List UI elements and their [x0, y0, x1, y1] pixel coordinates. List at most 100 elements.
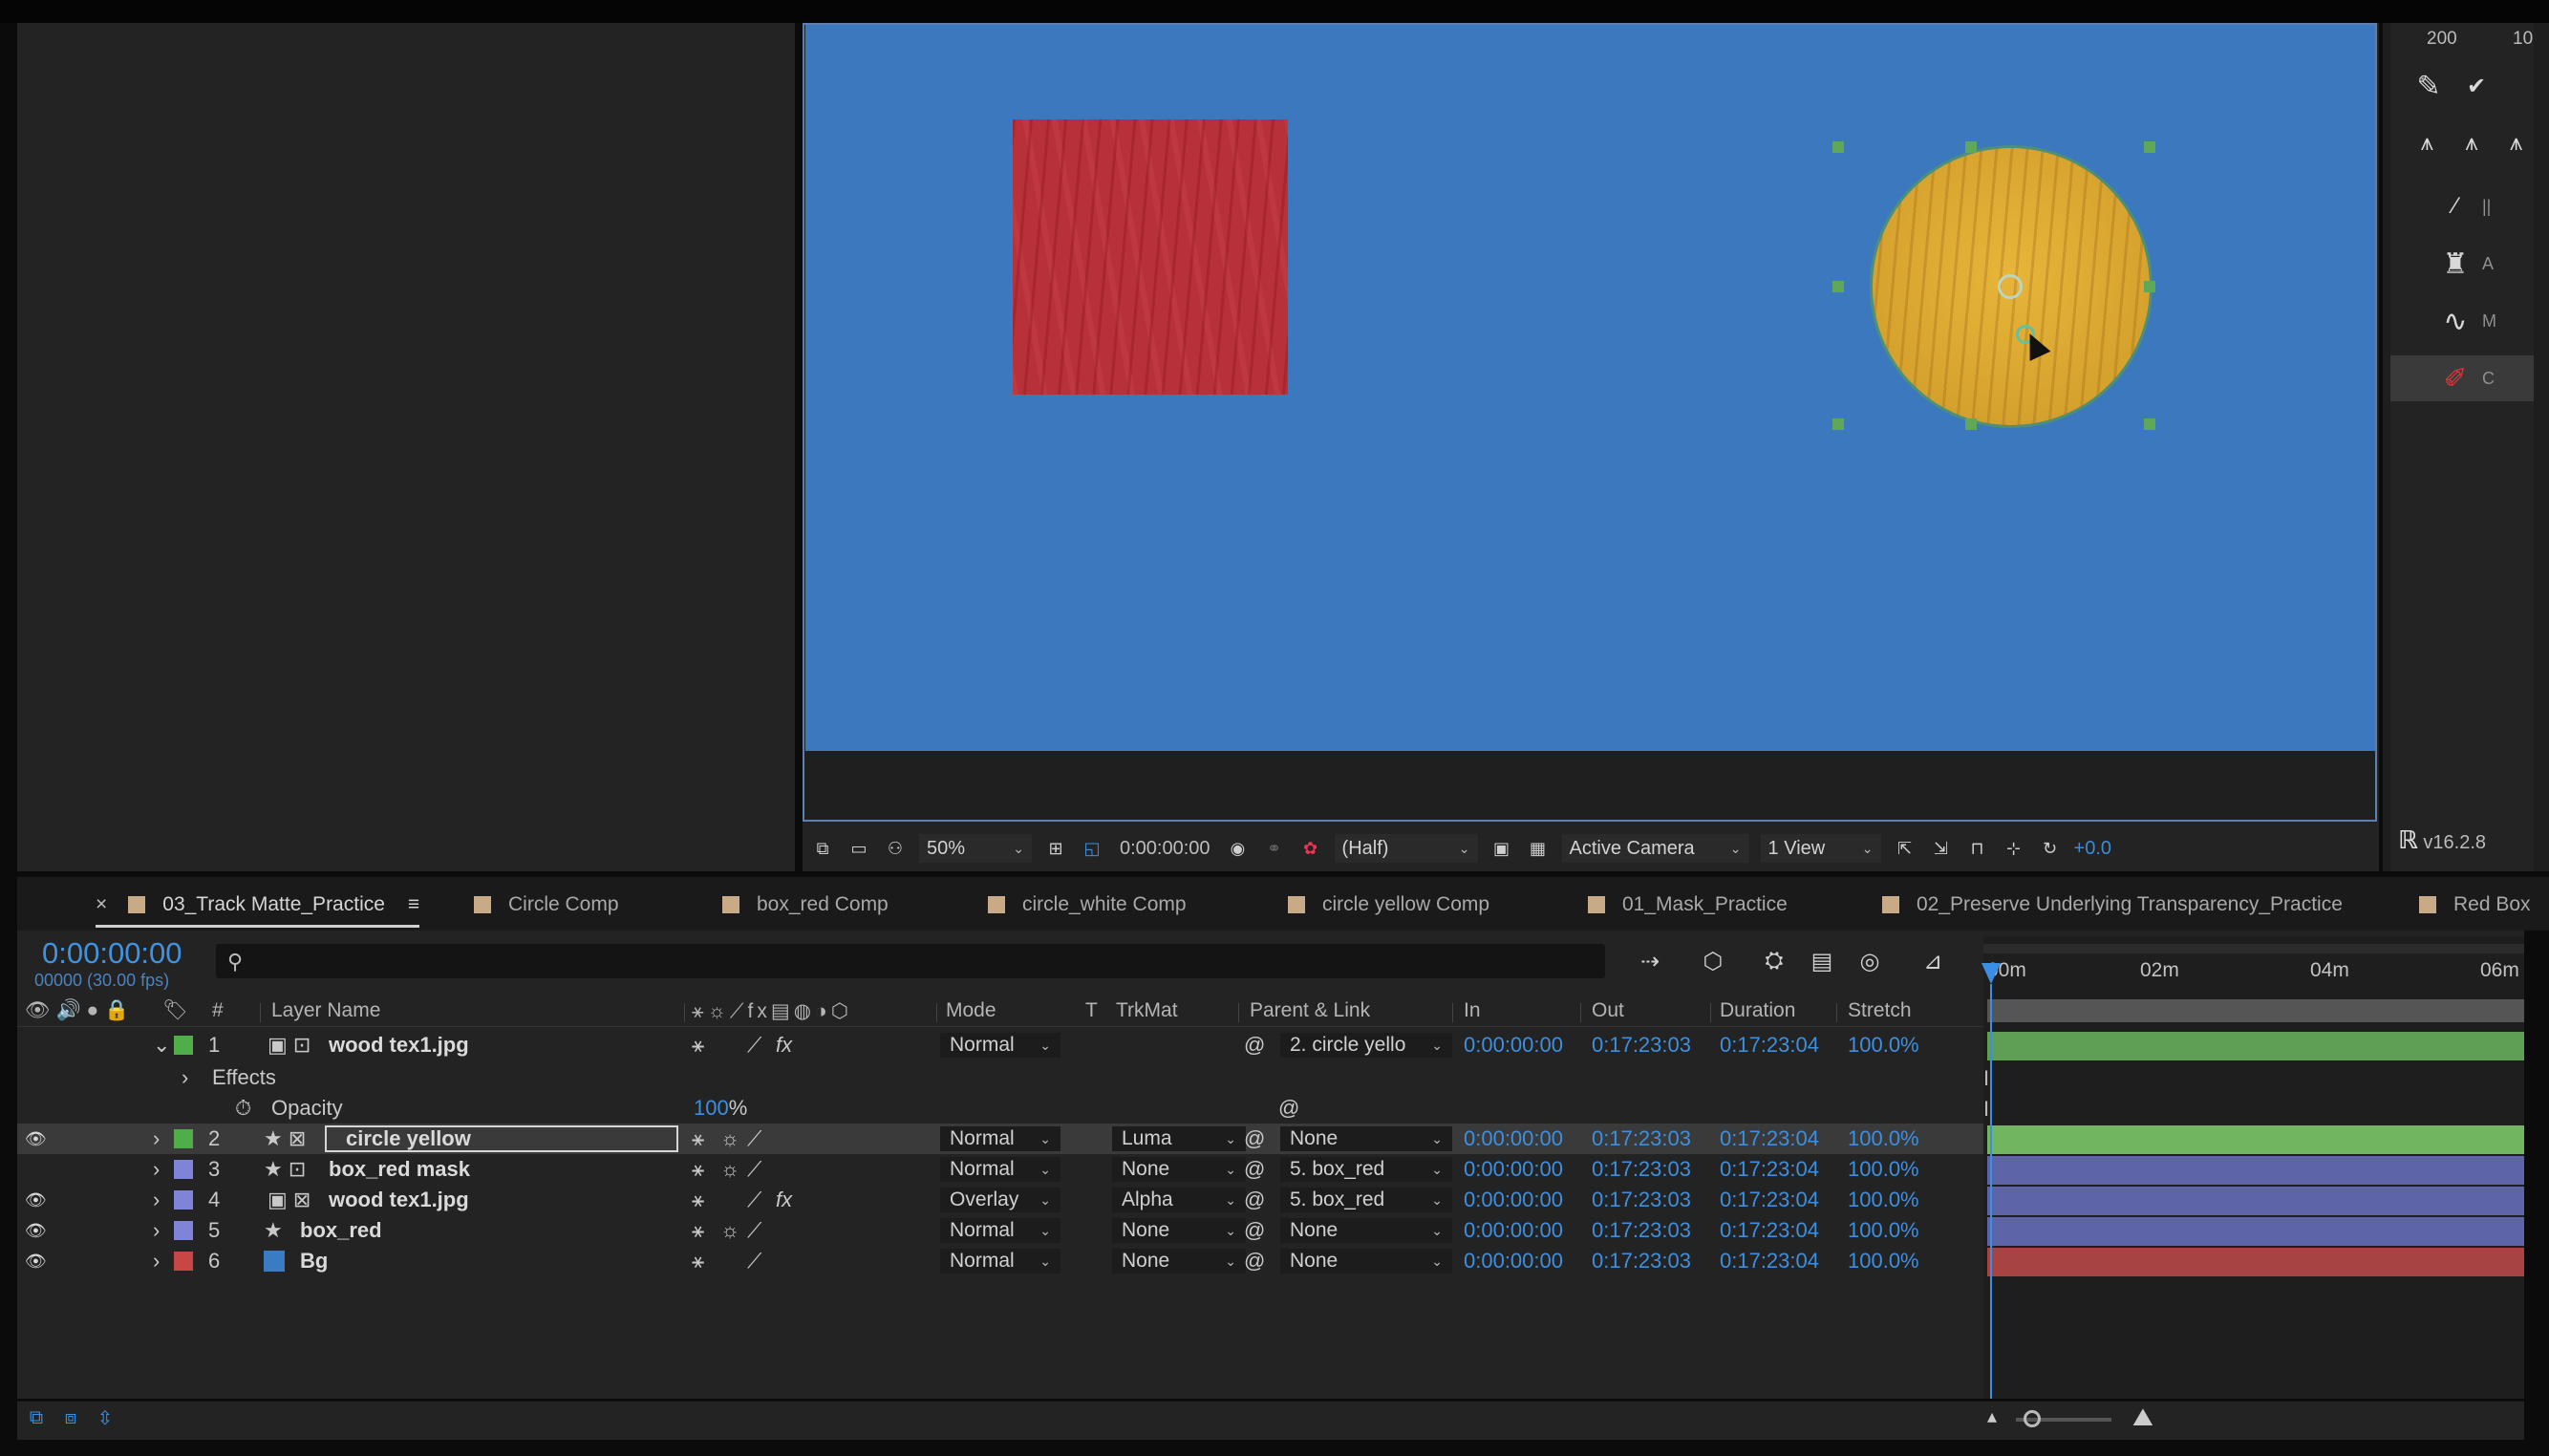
- quality-switch-icon[interactable]: ⟋: [747, 1030, 761, 1060]
- anchor-point-icon[interactable]: [1998, 274, 2023, 299]
- safe-margins-icon[interactable]: ⊞: [1043, 838, 1068, 859]
- out-point[interactable]: 0:17:23:03: [1592, 1246, 1691, 1276]
- time-navigator[interactable]: [1983, 944, 2524, 953]
- stretch[interactable]: 100.0%: [1848, 1124, 1919, 1154]
- shy-switch-icon[interactable]: ⚹: [692, 1215, 704, 1246]
- layer-name[interactable]: box_red: [300, 1215, 382, 1246]
- transform-handle[interactable]: [1832, 418, 1844, 430]
- layer-search-input[interactable]: [216, 944, 1605, 978]
- in-point[interactable]: 0:00:00:00: [1464, 1246, 1563, 1276]
- layer-name-input[interactable]: circle yellow: [325, 1125, 678, 1152]
- shy-switch-icon[interactable]: ⚹: [692, 1246, 704, 1276]
- shy-switch-icon[interactable]: ⚹: [692, 1154, 704, 1185]
- label-color[interactable]: [174, 1221, 193, 1240]
- label-color[interactable]: [174, 1129, 193, 1148]
- duration[interactable]: 0:17:23:04: [1720, 1185, 1819, 1215]
- current-time-display[interactable]: 0:00:00:00: [42, 936, 182, 971]
- header-layer-name[interactable]: Layer Name: [271, 999, 380, 1022]
- rp-motion[interactable]: ∿ M: [2390, 298, 2534, 344]
- quality-switch-icon[interactable]: ⟋: [747, 1124, 761, 1154]
- shy-switch-icon[interactable]: ⚹: [692, 1185, 704, 1215]
- eye-icon[interactable]: 👁: [25, 1185, 47, 1215]
- transform-handle[interactable]: [2144, 418, 2155, 430]
- zoom-in-icon[interactable]: ⛰: [2132, 1402, 2153, 1433]
- region-of-interest-icon[interactable]: ▣: [1489, 838, 1514, 859]
- parent-select[interactable]: 5. box_red ⌄: [1280, 1157, 1452, 1182]
- layer-duration-bar[interactable]: [1987, 1187, 2524, 1215]
- label-color[interactable]: [174, 1160, 193, 1179]
- tab-circle-yellow-comp[interactable]: circle yellow Comp: [1288, 885, 1489, 925]
- expand-chevron-icon[interactable]: ›: [182, 1062, 188, 1093]
- layer-row[interactable]: 👁 › 4 ▣ ⊠ wood tex1.jpg ⚹ ⟋ fx Overlay ⌄ …: [17, 1185, 1983, 1215]
- expand-chevron-icon[interactable]: ›: [153, 1215, 160, 1246]
- trkmat-select[interactable]: Alpha ⌄: [1112, 1188, 1246, 1212]
- out-point[interactable]: 0:17:23:03: [1592, 1030, 1691, 1060]
- duration[interactable]: 0:17:23:04: [1720, 1215, 1819, 1246]
- pick-whip-icon[interactable]: @: [1244, 1215, 1265, 1246]
- rp-brush[interactable]: ✐ C: [2390, 355, 2534, 401]
- frame-blending-icon[interactable]: ▤: [1806, 946, 1838, 976]
- shy-layers-icon[interactable]: ⛭: [1758, 946, 1790, 976]
- zoom-select[interactable]: 50% ⌄: [919, 834, 1032, 863]
- pick-whip-icon[interactable]: @: [1244, 1124, 1265, 1154]
- fast-previews-icon[interactable]: ⇲: [1929, 838, 1954, 859]
- always-preview-icon[interactable]: ⧉: [810, 838, 835, 859]
- zoom-slider-knob[interactable]: [2024, 1410, 2041, 1427]
- rp-puppet[interactable]: ♜ A: [2390, 241, 2534, 287]
- collapse-switch-icon[interactable]: ☼: [720, 1124, 739, 1154]
- collapse-chevron-icon[interactable]: ⌄: [153, 1030, 170, 1060]
- pick-whip-icon[interactable]: @: [1278, 1093, 1299, 1124]
- rp-pins[interactable]: ⩚ ⩚ ⩚: [2390, 120, 2534, 166]
- layer-row[interactable]: 👁 › 5 ★ box_red ⚹ ☼ ⟋ Normal ⌄ None ⌄ @ No…: [17, 1215, 1983, 1246]
- duration[interactable]: 0:17:23:04: [1720, 1124, 1819, 1154]
- in-point[interactable]: 0:00:00:00: [1464, 1124, 1563, 1154]
- collapse-switch-icon[interactable]: ☼: [720, 1154, 739, 1185]
- layer-row[interactable]: 👁 › 6 Bg ⚹ ⟋ Normal ⌄ None ⌄ @ None ⌄ 0:00:…: [17, 1246, 1983, 1276]
- transform-handle[interactable]: [2144, 141, 2155, 153]
- red-wood-box-layer[interactable]: [1013, 119, 1288, 395]
- layer-switches-icon[interactable]: ⧉: [25, 1406, 48, 1429]
- views-select[interactable]: 1 View ⌄: [1760, 834, 1881, 863]
- pick-whip-icon[interactable]: @: [1244, 1154, 1265, 1185]
- layer-row[interactable]: ⌄ 1 ▣ ⊡ wood tex1.jpg ⚹ ⟋ fx Normal ⌄ @ 2…: [17, 1030, 1983, 1060]
- quality-switch-icon[interactable]: ⟋: [747, 1246, 761, 1276]
- composition-flowchart-icon[interactable]: ⇢: [1634, 946, 1666, 976]
- stretch[interactable]: 100.0%: [1848, 1246, 1919, 1276]
- parent-select[interactable]: 2. circle yello ⌄: [1280, 1033, 1452, 1058]
- reset-exposure-icon[interactable]: ↻: [2038, 838, 2063, 859]
- pick-whip-icon[interactable]: @: [1244, 1246, 1265, 1276]
- mode-select[interactable]: Normal ⌄: [940, 1218, 1060, 1243]
- fx-switch-icon[interactable]: fx: [776, 1185, 792, 1215]
- eye-icon[interactable]: 👁: [25, 1215, 47, 1246]
- menu-icon[interactable]: ≡: [408, 893, 419, 916]
- in-point[interactable]: 0:00:00:00: [1464, 1185, 1563, 1215]
- mask-path-icon[interactable]: ◱: [1080, 838, 1104, 859]
- layer-row[interactable]: › 3 ★ ⊡ box_red mask ⚹ ☼ ⟋ Normal ⌄ None ⌄…: [17, 1154, 1983, 1185]
- mask-visibility-icon[interactable]: ⚇: [883, 838, 908, 859]
- toggle-pixel-aspect-icon[interactable]: ⇱: [1893, 838, 1917, 859]
- layer-duration-bar[interactable]: [1987, 1156, 2524, 1185]
- mode-select[interactable]: Normal ⌄: [940, 1126, 1060, 1151]
- transfer-controls-icon[interactable]: ⧈: [59, 1406, 82, 1429]
- out-point[interactable]: 0:17:23:03: [1592, 1124, 1691, 1154]
- tab-red-box[interactable]: Red Box: [2419, 885, 2531, 925]
- color-channels-icon[interactable]: ✿: [1298, 838, 1323, 859]
- rp-eyedropper[interactable]: ✎ ✔: [2390, 63, 2534, 109]
- label-color[interactable]: [174, 1036, 193, 1055]
- show-snapshot-icon[interactable]: ⚭: [1262, 838, 1287, 859]
- fx-switch-icon[interactable]: fx: [776, 1030, 792, 1060]
- tab-01-mask-practice[interactable]: 01_Mask_Practice: [1588, 885, 1788, 925]
- camera-snapshot-icon[interactable]: ◉: [1226, 838, 1251, 859]
- in-point[interactable]: 0:00:00:00: [1464, 1215, 1563, 1246]
- stopwatch-icon[interactable]: ⏱: [235, 1093, 251, 1124]
- shy-switch-icon[interactable]: ⚹: [692, 1030, 704, 1060]
- mode-select[interactable]: Normal ⌄: [940, 1157, 1060, 1182]
- draft-3d-icon[interactable]: ⬡: [1697, 946, 1729, 976]
- transform-handle[interactable]: [2144, 281, 2155, 292]
- camera-select[interactable]: Active Camera ⌄: [1561, 834, 1749, 863]
- layer-row[interactable]: 👁 › 2 ★ ⊠ circle yellow ⚹ ☼ ⟋ Normal ⌄ Lu…: [17, 1124, 1983, 1154]
- layer-name[interactable]: Bg: [300, 1246, 328, 1276]
- layer-duration-bar[interactable]: [1987, 1248, 2524, 1276]
- stretch[interactable]: 100.0%: [1848, 1154, 1919, 1185]
- expand-chevron-icon[interactable]: ›: [153, 1246, 160, 1276]
